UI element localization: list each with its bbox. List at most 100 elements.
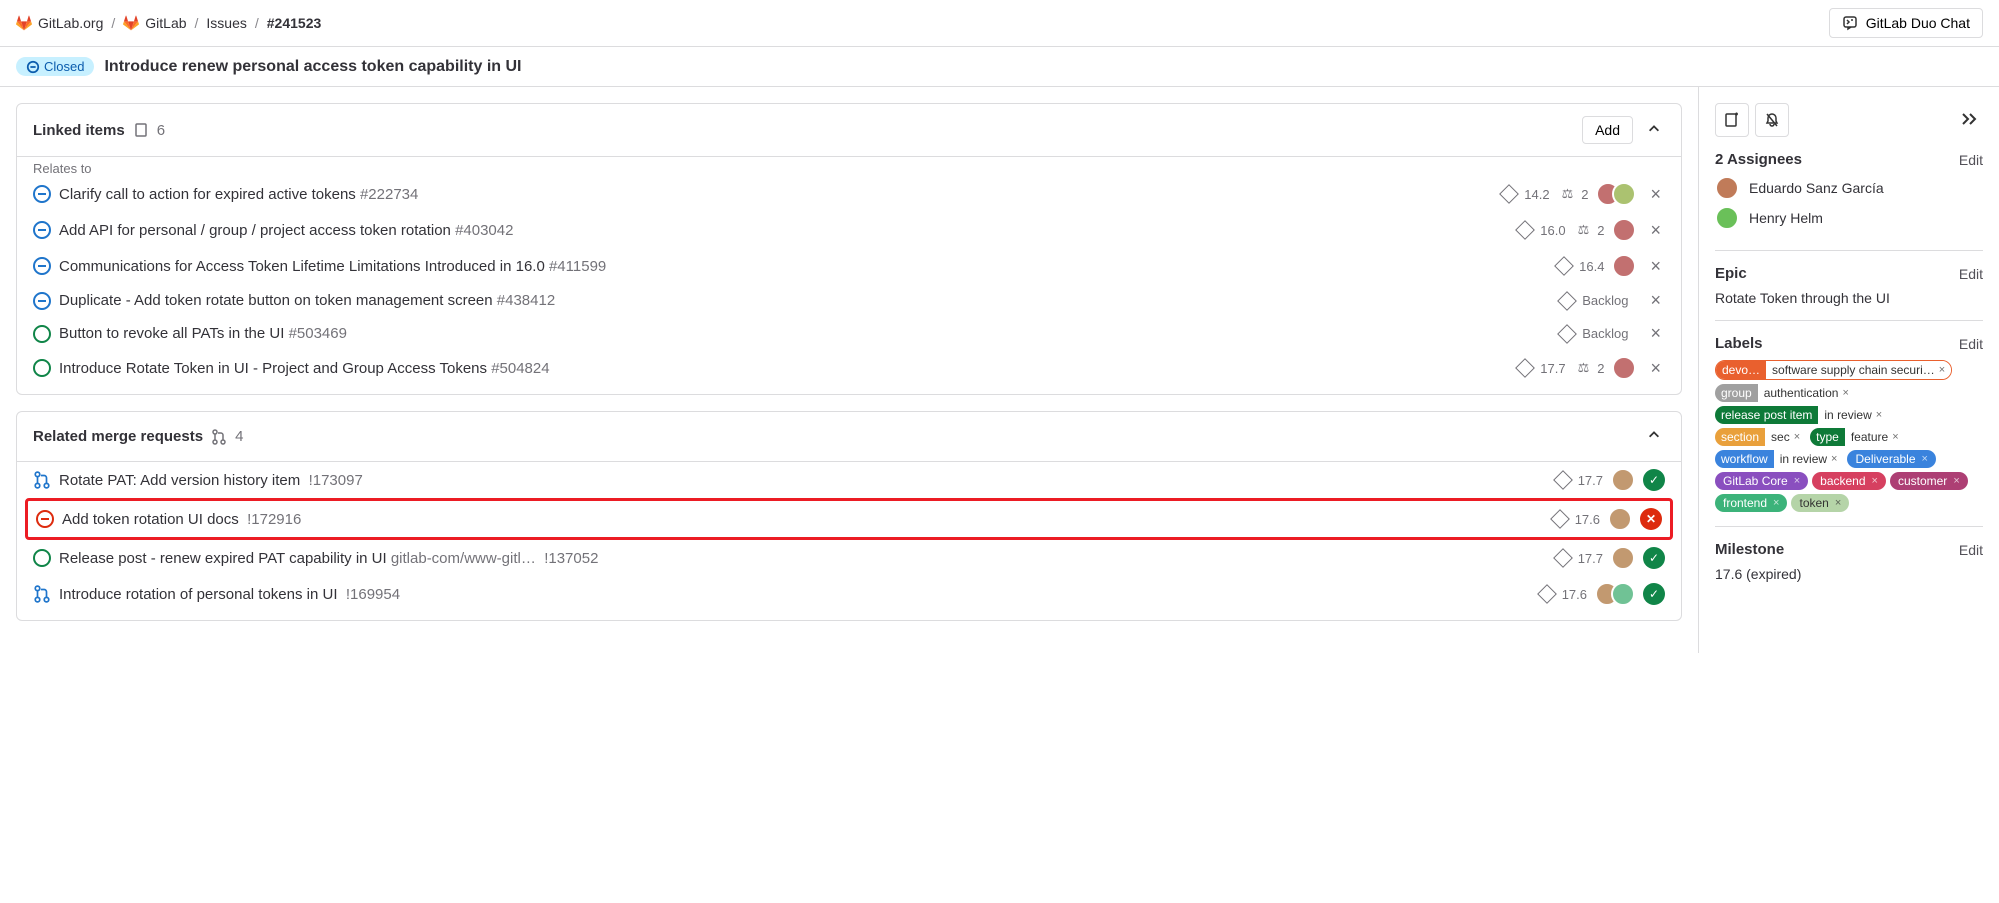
- mr-title[interactable]: Release post - renew expired PAT capabil…: [59, 550, 598, 567]
- collapse-button[interactable]: [1643, 424, 1665, 449]
- duo-chat-button[interactable]: GitLab Duo Chat: [1829, 8, 1983, 38]
- avatar[interactable]: [1611, 582, 1635, 606]
- mr-title[interactable]: Rotate PAT: Add version history item !17…: [59, 472, 363, 489]
- epic-edit[interactable]: Edit: [1959, 266, 1983, 282]
- label-remove-icon[interactable]: ×: [1922, 453, 1928, 465]
- avatar[interactable]: [1611, 546, 1635, 570]
- issue-open-icon: [33, 359, 51, 377]
- assignees-block: 2 Assignees Edit Eduardo Sanz GarcíaHenr…: [1715, 151, 1983, 251]
- sidebar-collapse-button[interactable]: [1957, 108, 1983, 133]
- milestone-icon: [1499, 184, 1519, 204]
- label[interactable]: GitLab Core ×: [1715, 472, 1808, 490]
- remove-link-button[interactable]: ×: [1646, 184, 1665, 205]
- notifications-off-icon: [1764, 112, 1780, 128]
- label-remove-icon[interactable]: ×: [1953, 475, 1959, 487]
- avatar[interactable]: [1612, 182, 1636, 206]
- milestone-edit[interactable]: Edit: [1959, 542, 1983, 558]
- mr-title[interactable]: Introduce rotation of personal tokens in…: [59, 586, 400, 603]
- linked-items-panel: Linked items 6 Add Relates to Clarify ca…: [16, 103, 1682, 395]
- breadcrumb-org[interactable]: GitLab.org: [16, 15, 103, 31]
- remove-link-button[interactable]: ×: [1646, 323, 1665, 344]
- remove-link-button[interactable]: ×: [1646, 358, 1665, 379]
- linked-item-title[interactable]: Introduce Rotate Token in UI - Project a…: [59, 360, 550, 377]
- avatar[interactable]: [1612, 254, 1636, 278]
- breadcrumb-project[interactable]: GitLab: [123, 15, 186, 31]
- milestone-value[interactable]: 17.6 (expired): [1715, 566, 1983, 582]
- linked-item-title[interactable]: Add API for personal / group / project a…: [59, 222, 513, 239]
- status-badge: Closed: [16, 57, 94, 76]
- avatar: [1715, 176, 1739, 200]
- label[interactable]: frontend ×: [1715, 494, 1787, 512]
- label[interactable]: customer ×: [1890, 472, 1968, 490]
- linked-item-title[interactable]: Communications for Access Token Lifetime…: [59, 258, 606, 275]
- issue-closed-icon: [33, 257, 51, 275]
- label-remove-icon[interactable]: ×: [1939, 364, 1945, 376]
- epic-block: Epic Edit Rotate Token through the UI: [1715, 265, 1983, 321]
- avatar[interactable]: [1612, 356, 1636, 380]
- milestone-icon: [1557, 291, 1577, 311]
- milestone-icon: [1515, 358, 1535, 378]
- label-remove-icon[interactable]: ×: [1876, 409, 1882, 421]
- chevron-double-right-icon: [1961, 112, 1979, 126]
- label[interactable]: devo…software supply chain securi… ×: [1715, 360, 1952, 380]
- remove-link-button[interactable]: ×: [1646, 290, 1665, 311]
- epic-value[interactable]: Rotate Token through the UI: [1715, 290, 1983, 306]
- label[interactable]: token ×: [1791, 494, 1849, 512]
- breadcrumb: GitLab.org / GitLab / Issues / #241523: [16, 15, 321, 31]
- label[interactable]: workflowin review ×: [1715, 450, 1843, 468]
- label[interactable]: sectionsec ×: [1715, 428, 1806, 446]
- remove-link-button[interactable]: ×: [1646, 256, 1665, 277]
- avatar[interactable]: [1608, 507, 1632, 531]
- milestone-icon: [1550, 509, 1570, 529]
- labels-edit[interactable]: Edit: [1959, 336, 1983, 352]
- pipeline-passed-icon[interactable]: ✓: [1643, 547, 1665, 569]
- label[interactable]: typefeature ×: [1810, 428, 1904, 446]
- label-remove-icon[interactable]: ×: [1835, 497, 1841, 509]
- milestone-icon: [1515, 220, 1535, 240]
- chevron-up-icon: [1647, 428, 1661, 442]
- pipeline-failed-icon[interactable]: ✕: [1640, 508, 1662, 530]
- mr-closed-icon: [36, 510, 54, 528]
- mr-row: Rotate PAT: Add version history item !17…: [17, 462, 1681, 498]
- label[interactable]: Deliverable ×: [1847, 450, 1935, 468]
- label-remove-icon[interactable]: ×: [1794, 431, 1800, 443]
- assignee-row[interactable]: Eduardo Sanz García: [1715, 176, 1983, 200]
- linked-item-title[interactable]: Button to revoke all PATs in the UI #503…: [59, 325, 347, 342]
- gitlab-icon: [16, 15, 32, 31]
- label[interactable]: backend ×: [1812, 472, 1886, 490]
- notifications-button[interactable]: [1755, 103, 1789, 137]
- avatar[interactable]: [1611, 468, 1635, 492]
- pipeline-passed-icon[interactable]: ✓: [1643, 469, 1665, 491]
- milestone-icon: [1537, 584, 1557, 604]
- label[interactable]: release post itemin review ×: [1715, 406, 1888, 424]
- mr-title[interactable]: Add token rotation UI docs !172916: [62, 511, 301, 528]
- label-remove-icon[interactable]: ×: [1773, 497, 1779, 509]
- label-remove-icon[interactable]: ×: [1831, 453, 1837, 465]
- label-remove-icon[interactable]: ×: [1872, 475, 1878, 487]
- linked-items-title: Linked items 6: [33, 122, 165, 139]
- assignees-edit[interactable]: Edit: [1959, 152, 1983, 168]
- label-remove-icon[interactable]: ×: [1842, 387, 1848, 399]
- remove-link-button[interactable]: ×: [1646, 220, 1665, 241]
- linked-item-title[interactable]: Clarify call to action for expired activ…: [59, 186, 418, 203]
- milestone-value: 17.6: [1575, 512, 1600, 527]
- mr-row: Add token rotation UI docs !172916 17.6 ✕: [25, 498, 1673, 540]
- pipeline-passed-icon[interactable]: ✓: [1643, 583, 1665, 605]
- breadcrumb-issues[interactable]: Issues: [206, 15, 246, 31]
- linked-item-title[interactable]: Duplicate - Add token rotate button on t…: [59, 292, 555, 309]
- add-button[interactable]: Add: [1582, 116, 1633, 144]
- milestone-value: 17.7: [1578, 551, 1603, 566]
- label-remove-icon[interactable]: ×: [1892, 431, 1898, 443]
- assignee-row[interactable]: Henry Helm: [1715, 206, 1983, 230]
- label[interactable]: groupauthentication ×: [1715, 384, 1855, 402]
- avatar[interactable]: [1612, 218, 1636, 242]
- label-remove-icon[interactable]: ×: [1794, 475, 1800, 487]
- issue-closed-icon: [33, 292, 51, 310]
- avatar: [1715, 206, 1739, 230]
- labels-title: Labels: [1715, 335, 1763, 352]
- add-todo-button[interactable]: [1715, 103, 1749, 137]
- weight-icon: ⚖: [1578, 360, 1590, 376]
- assignee-name: Henry Helm: [1749, 210, 1823, 226]
- collapse-button[interactable]: [1643, 118, 1665, 143]
- labels-block: Labels Edit devo…software supply chain s…: [1715, 335, 1983, 527]
